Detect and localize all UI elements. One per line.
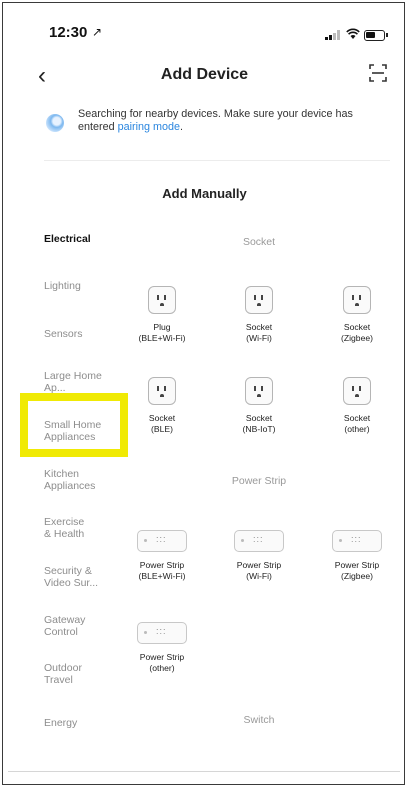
status-time: 12:30 [49,24,88,41]
pairing-mode-link[interactable]: pairing mode [118,121,180,133]
socket-icon [343,377,371,405]
device-type: (Wi-Fi) [246,571,272,581]
status-bar: 12:30 ↗ [0,24,409,48]
wifi-icon [346,28,360,39]
device-type: (Zigbee) [341,333,373,343]
device-socket-zigbee[interactable]: Socket (Zigbee) [317,286,397,344]
searching-radar-icon [46,114,64,132]
device-power-strip-other[interactable]: ::: Power Strip (other) [122,622,202,674]
power-strip-icon: ::: [137,530,187,552]
bottom-divider [8,771,400,772]
searching-notice: Searching for nearby devices. Make sure … [78,108,378,134]
device-plug-ble-wifi[interactable]: Plug (BLE+Wi-Fi) [122,286,202,344]
page-title: Add Device [160,66,249,83]
location-icon: ↗ [92,25,103,39]
device-type: (BLE+Wi-Fi) [138,333,186,343]
sidebar-item-energy[interactable]: Energy [44,717,104,729]
device-name: Plug [153,322,171,332]
device-name: Socket [148,413,176,423]
device-type: (BLE) [151,424,173,434]
sidebar-item-electrical[interactable]: Electrical [44,233,114,245]
device-name: Power Strip [139,652,185,662]
power-strip-icon: ::: [332,530,382,552]
device-name: Socket [343,413,371,423]
device-name: Power Strip [139,560,185,570]
category-power-strip: Power Strip [231,475,287,487]
device-name: Socket [245,413,273,423]
socket-icon [343,286,371,314]
device-power-strip-wifi[interactable]: ::: Power Strip (Wi-Fi) [219,530,299,582]
device-type: (Zigbee) [341,571,373,581]
socket-icon [148,286,176,314]
highlight-box [20,393,128,457]
device-type: (other) [344,424,370,434]
sidebar-item-large-home-appliances[interactable]: Large Home Ap... [44,370,102,394]
add-manually-title: Add Manually [162,186,247,201]
power-strip-icon: ::: [234,530,284,552]
device-type: (BLE+Wi-Fi) [138,571,186,581]
device-name: Power Strip [236,560,282,570]
device-type: (Wi-Fi) [246,333,272,343]
device-socket-other[interactable]: Socket (other) [317,377,397,435]
device-name: Socket [245,322,273,332]
category-switch: Switch [243,714,275,726]
sidebar-item-gateway-control[interactable]: Gateway Control [44,614,100,638]
device-socket-wifi[interactable]: Socket (Wi-Fi) [219,286,299,344]
device-type: (NB-IoT) [242,424,276,434]
sidebar-item-kitchen-appliances[interactable]: Kitchen Appliances [44,468,110,492]
device-name: Power Strip [334,560,380,570]
scan-icon[interactable] [368,63,388,83]
device-name: Socket [343,322,371,332]
device-power-strip-ble-wifi[interactable]: ::: Power Strip (BLE+Wi-Fi) [122,530,202,582]
category-socket: Socket [242,236,276,248]
notice-end: . [180,121,184,133]
sidebar-item-exercise-health[interactable]: Exercise & Health [44,516,94,540]
sidebar-item-lighting[interactable]: Lighting [44,280,114,292]
device-power-strip-zigbee[interactable]: ::: Power Strip (Zigbee) [317,530,397,582]
device-socket-nbiot[interactable]: Socket (NB-IoT) [219,377,299,435]
socket-icon [245,377,273,405]
divider [44,160,390,161]
socket-icon [148,377,176,405]
device-type: (other) [149,663,175,673]
socket-icon [245,286,273,314]
sidebar-item-security-video[interactable]: Security & Video Sur... [44,565,108,589]
signal-icon [325,30,340,40]
device-socket-ble[interactable]: Socket (BLE) [122,377,202,435]
sidebar-item-outdoor-travel[interactable]: Outdoor Travel [44,662,96,686]
battery-icon [364,30,388,41]
power-strip-icon: ::: [137,622,187,644]
sidebar-item-sensors[interactable]: Sensors [44,328,114,340]
